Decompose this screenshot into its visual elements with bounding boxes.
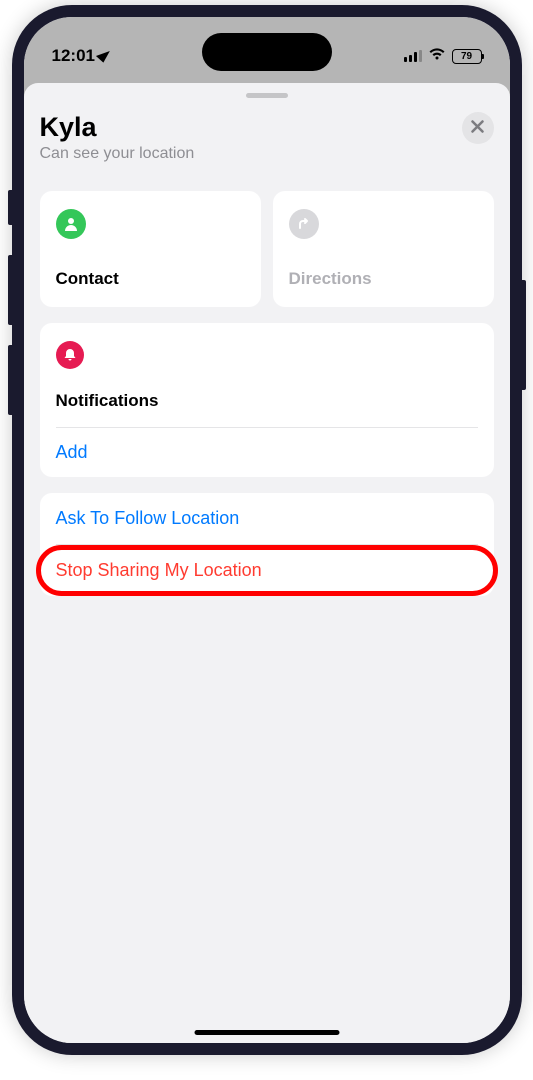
stop-sharing-label: Stop Sharing My Location <box>56 560 262 580</box>
close-button[interactable] <box>462 112 494 144</box>
directions-icon <box>289 209 319 239</box>
status-time: 12:01 <box>52 46 95 66</box>
ask-follow-location-button[interactable]: Ask To Follow Location <box>40 493 494 544</box>
notifications-section: Notifications <box>40 323 494 427</box>
status-right: 79 <box>404 46 482 66</box>
home-indicator[interactable] <box>194 1030 339 1035</box>
status-left: 12:01 <box>52 46 109 66</box>
sheet: Kyla Can see your location <box>24 83 510 1043</box>
close-icon <box>471 118 484 138</box>
contact-tile[interactable]: Contact <box>40 191 261 307</box>
sheet-background: Kyla Can see your location <box>24 77 510 1043</box>
battery-level: 79 <box>461 51 472 62</box>
notifications-title: Notifications <box>56 391 478 411</box>
directions-tile: Directions <box>273 191 494 307</box>
notifications-card: Notifications Add <box>40 323 494 477</box>
add-notification-button[interactable]: Add <box>40 428 494 477</box>
contact-tile-label: Contact <box>56 269 245 289</box>
power-button <box>522 280 526 390</box>
battery-icon: 79 <box>452 49 482 64</box>
stop-sharing-location-button[interactable]: Stop Sharing My Location <box>40 545 494 596</box>
bell-icon <box>56 341 84 369</box>
header-text: Kyla Can see your location <box>40 112 195 163</box>
dynamic-island <box>202 33 332 71</box>
sheet-header: Kyla Can see your location <box>40 112 494 163</box>
location-services-icon <box>99 46 109 66</box>
person-icon <box>56 209 86 239</box>
sheet-grabber[interactable] <box>246 93 288 98</box>
location-status-label: Can see your location <box>40 145 195 163</box>
wifi-icon <box>428 46 446 66</box>
actions-card: Ask To Follow Location Stop Sharing My L… <box>40 493 494 596</box>
phone-frame: 12:01 79 <box>12 5 522 1055</box>
cellular-signal-icon <box>404 50 422 62</box>
tile-row: Contact Directions <box>40 191 494 307</box>
directions-tile-label: Directions <box>289 269 478 289</box>
screen: 12:01 79 <box>24 17 510 1043</box>
contact-name: Kyla <box>40 112 195 143</box>
silent-switch <box>8 190 12 225</box>
volume-up-button <box>8 255 12 325</box>
volume-down-button <box>8 345 12 415</box>
